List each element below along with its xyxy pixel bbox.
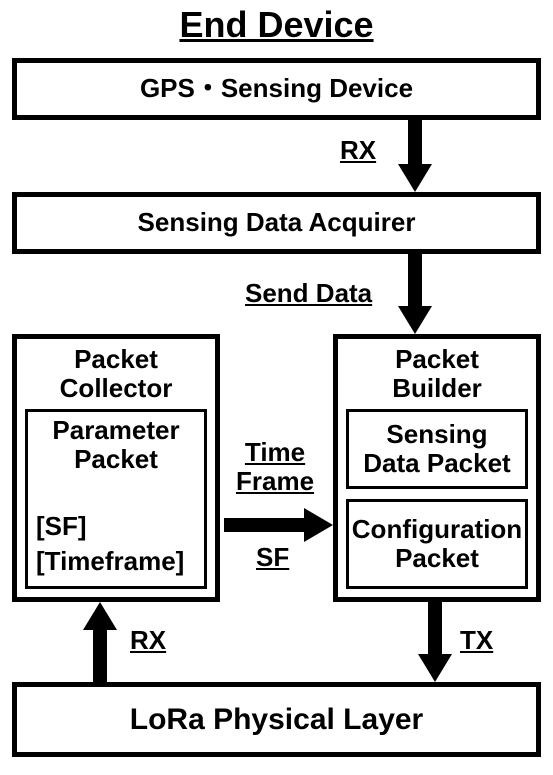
sf-text: [SF] bbox=[36, 512, 87, 541]
packet-builder-box: Packet Builder Sensing Data Packet Confi… bbox=[333, 334, 541, 602]
configuration-packet-label: Configuration Packet bbox=[352, 515, 522, 572]
arrow-gps-to-acquirer bbox=[395, 120, 435, 192]
configuration-packet-box: Configuration Packet bbox=[346, 499, 528, 589]
parameter-packet-box: Parameter Packet [SF] [Timeframe] bbox=[25, 409, 207, 589]
sensing-data-acquirer-box: Sensing Data Acquirer bbox=[12, 192, 541, 254]
acquirer-label: Sensing Data Acquirer bbox=[138, 208, 416, 238]
rx-label-1: RX bbox=[340, 135, 376, 166]
lora-physical-layer-box: LoRa Physical Layer bbox=[12, 682, 541, 757]
arrow-lora-to-collector bbox=[80, 602, 120, 682]
time-frame-label: Time Frame bbox=[236, 438, 314, 495]
packet-builder-title: Packet Builder bbox=[338, 345, 536, 402]
diagram-title: End Device bbox=[0, 4, 553, 46]
lora-label: LoRa Physical Layer bbox=[130, 703, 423, 737]
gps-sensing-device-box: GPS・Sensing Device bbox=[12, 58, 541, 120]
packet-collector-box: Packet Collector Parameter Packet [SF] [… bbox=[12, 334, 220, 602]
arrow-builder-to-lora bbox=[415, 602, 455, 682]
sensing-data-packet-label: Sensing Data Packet bbox=[363, 420, 510, 477]
rx-label-2: RX bbox=[130, 625, 166, 656]
packet-collector-title: Packet Collector bbox=[17, 345, 215, 402]
tx-label: TX bbox=[460, 625, 493, 656]
sensing-data-packet-box: Sensing Data Packet bbox=[346, 409, 528, 489]
parameter-packet-title: Parameter Packet bbox=[28, 416, 204, 473]
sf-label: SF bbox=[256, 542, 289, 573]
timeframe-text: [Timeframe] bbox=[36, 547, 184, 576]
arrow-acquirer-to-builder bbox=[395, 254, 435, 334]
arrow-collector-to-builder bbox=[224, 505, 333, 545]
send-data-label: Send Data bbox=[245, 278, 372, 309]
gps-label: GPS・Sensing Device bbox=[140, 74, 413, 104]
